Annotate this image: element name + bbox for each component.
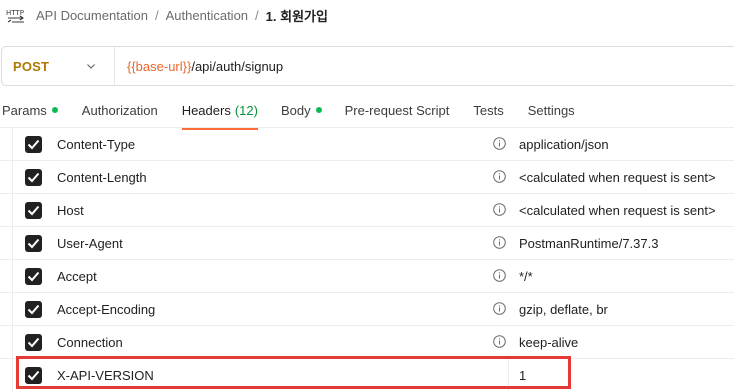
method-label: POST: [13, 58, 50, 74]
header-value[interactable]: PostmanRuntime/7.37.3: [519, 236, 658, 251]
svg-text:HTTP: HTTP: [6, 9, 24, 17]
tab-headers-count: (12): [234, 103, 258, 118]
http-icon: HTTP: [6, 9, 24, 23]
header-enabled-checkbox[interactable]: [25, 367, 42, 384]
info-icon[interactable]: [493, 203, 506, 216]
table-row: Connection keep-alive: [0, 326, 734, 359]
chevron-down-icon: [87, 64, 95, 69]
header-value[interactable]: application/json: [519, 137, 609, 152]
table-row: Content-Length <calculated when request …: [0, 161, 734, 194]
tab-tests-label: Tests: [473, 103, 504, 118]
header-key[interactable]: Connection: [57, 335, 123, 350]
tab-pre-request-script[interactable]: Pre-request Script: [345, 98, 450, 128]
info-icon[interactable]: [493, 170, 506, 183]
header-enabled-checkbox[interactable]: [25, 202, 42, 219]
info-icon[interactable]: [493, 236, 506, 249]
breadcrumb-separator: /: [255, 8, 259, 23]
tab-settings[interactable]: Settings: [528, 98, 575, 128]
breadcrumb-collection[interactable]: API Documentation: [36, 8, 148, 23]
header-enabled-checkbox[interactable]: [25, 268, 42, 285]
table-row: Content-Type application/json: [0, 128, 734, 161]
table-row: Accept */*: [0, 260, 734, 293]
tab-authorization[interactable]: Authorization: [82, 98, 158, 128]
tab-tests[interactable]: Tests: [473, 98, 503, 128]
header-value[interactable]: <calculated when request is sent>: [519, 203, 716, 218]
table-row: User-Agent PostmanRuntime/7.37.3: [0, 227, 734, 260]
tab-settings-label: Settings: [527, 103, 575, 118]
tab-body[interactable]: Body: [281, 98, 322, 128]
postman-request-editor: HTTP API Documentation / Authentication …: [0, 0, 734, 391]
header-value[interactable]: keep-alive: [519, 335, 578, 350]
status-dot: [51, 107, 58, 113]
tab-params-label: Params: [2, 103, 47, 118]
tab-body-label: Body: [280, 103, 311, 118]
url-input[interactable]: {{base-url}} /api/auth/signup: [115, 59, 283, 74]
tab-authorization-label: Authorization: [81, 103, 158, 118]
header-key[interactable]: Host: [57, 203, 84, 218]
breadcrumb: HTTP API Documentation / Authentication …: [0, 0, 734, 30]
breadcrumb-folder[interactable]: Authentication: [166, 8, 248, 23]
table-row: X-API-VERSION 1: [0, 359, 734, 391]
method-select[interactable]: POST: [2, 47, 115, 85]
info-icon[interactable]: [493, 137, 506, 150]
status-dot: [315, 107, 322, 113]
header-enabled-checkbox[interactable]: [25, 136, 42, 153]
header-key[interactable]: Content-Type: [57, 137, 135, 152]
header-key[interactable]: Content-Length: [57, 170, 147, 185]
breadcrumb-separator: /: [155, 8, 159, 23]
header-value[interactable]: */*: [519, 269, 533, 284]
info-icon[interactable]: [493, 335, 506, 348]
table-row: Accept-Encoding gzip, deflate, br: [0, 293, 734, 326]
info-icon[interactable]: [493, 269, 506, 282]
header-enabled-checkbox[interactable]: [25, 301, 42, 318]
header-key[interactable]: Accept-Encoding: [57, 302, 155, 317]
header-value[interactable]: 1: [519, 368, 526, 383]
header-enabled-checkbox[interactable]: [25, 235, 42, 252]
headers-table: Content-Type application/json Content-Le…: [0, 128, 734, 391]
header-key[interactable]: User-Agent: [57, 236, 123, 251]
request-tabs: Params Authorization Headers (12) Body Pr…: [0, 98, 575, 130]
tab-pre-request-script-label: Pre-request Script: [344, 103, 450, 118]
header-key[interactable]: X-API-VERSION: [57, 368, 154, 383]
url-path: /api/auth/signup: [191, 58, 284, 74]
table-row: Host <calculated when request is sent>: [0, 194, 734, 227]
url-variable: {{base-url}}: [127, 58, 192, 74]
header-key[interactable]: Accept: [57, 269, 97, 284]
url-bar: POST {{base-url}} /api/auth/signup: [1, 46, 734, 86]
header-enabled-checkbox[interactable]: [25, 169, 42, 186]
header-value[interactable]: gzip, deflate, br: [519, 302, 608, 317]
header-enabled-checkbox[interactable]: [25, 334, 42, 351]
tab-headers-label: Headers: [181, 103, 231, 118]
tab-headers[interactable]: Headers (12): [181, 98, 259, 130]
breadcrumb-request-name[interactable]: 1. 회원가입: [266, 6, 328, 25]
tab-params[interactable]: Params: [2, 98, 58, 128]
info-icon[interactable]: [493, 302, 506, 315]
header-value[interactable]: <calculated when request is sent>: [519, 170, 716, 185]
